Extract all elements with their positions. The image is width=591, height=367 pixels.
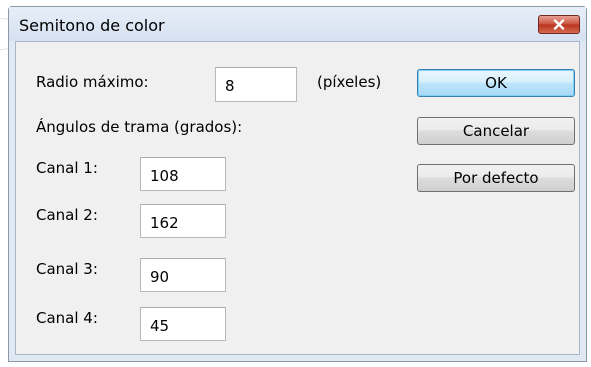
channel-2-input[interactable]: 162 (140, 204, 226, 238)
channel-1-input[interactable]: 108 (140, 157, 226, 191)
channel-1-label: Canal 1: (36, 159, 98, 177)
channel-2-label: Canal 2: (36, 206, 98, 224)
ok-button[interactable]: OK (417, 69, 575, 97)
dialog-body: Radio máximo: 8 (píxeles) Ángulos de tra… (15, 41, 580, 355)
title-bar[interactable]: Semitono de color (9, 7, 586, 41)
radius-input[interactable]: 8 (215, 67, 297, 102)
window-title: Semitono de color (19, 16, 165, 35)
angles-heading: Ángulos de trama (grados): (36, 118, 243, 136)
dialog-window: Semitono de color Radio máximo: 8 (píxel… (8, 6, 587, 362)
close-icon (553, 19, 565, 30)
close-button[interactable] (538, 15, 580, 34)
channel-3-input[interactable]: 90 (140, 258, 226, 292)
channel-4-input[interactable]: 45 (140, 307, 226, 341)
defaults-button[interactable]: Por defecto (417, 164, 575, 192)
channel-4-label: Canal 4: (36, 309, 98, 327)
radius-label: Radio máximo: (36, 73, 149, 91)
cancel-button[interactable]: Cancelar (417, 117, 575, 145)
channel-3-label: Canal 3: (36, 260, 98, 278)
radius-unit-label: (píxeles) (317, 73, 382, 91)
